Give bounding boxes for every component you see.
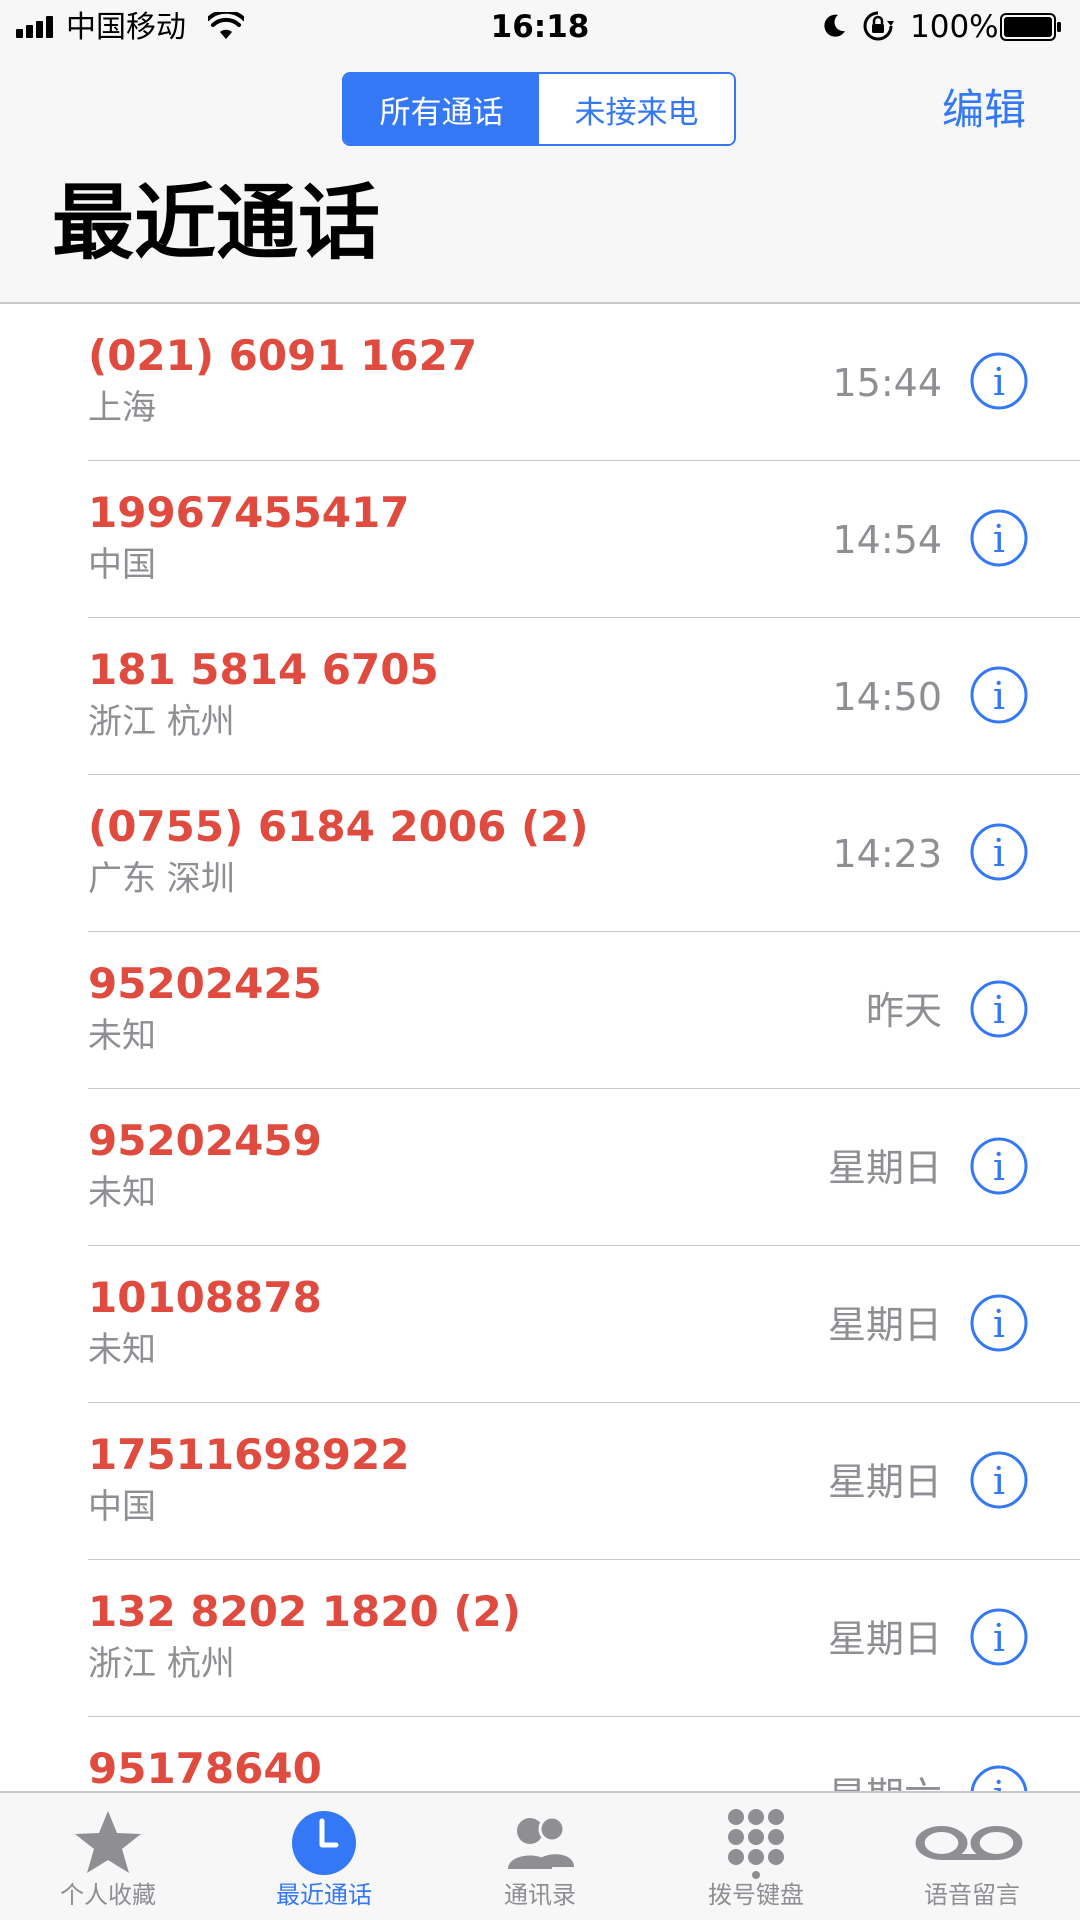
call-location: 上海 xyxy=(88,388,156,428)
call-number: 95178640 xyxy=(88,1744,322,1791)
tab-keypad[interactable]: 拨号键盘 xyxy=(648,1793,864,1920)
call-row[interactable]: 10108878 未知 星期日 i xyxy=(0,1246,1080,1403)
svg-text:i: i xyxy=(993,831,1005,875)
tab-label: 通讯录 xyxy=(504,1881,576,1909)
call-number: (021) 6091 1627 xyxy=(88,331,478,380)
info-icon[interactable]: i xyxy=(970,980,1028,1038)
tab-label: 个人收藏 xyxy=(60,1881,156,1909)
call-row[interactable]: 132 8202 1820 (2) 浙江 杭州 星期日 i xyxy=(0,1560,1080,1717)
call-location: 未知 xyxy=(88,1016,156,1056)
call-row[interactable]: 181 5814 6705 浙江 杭州 14:50 i xyxy=(0,618,1080,775)
tab-voicemail[interactable]: 语音留言 xyxy=(864,1793,1080,1920)
svg-text:i: i xyxy=(993,1616,1005,1660)
svg-text:i: i xyxy=(993,1302,1005,1346)
info-icon[interactable]: i xyxy=(970,1765,1028,1791)
call-number: 132 8202 1820 (2) xyxy=(88,1587,521,1636)
call-filter-segmented-control: 所有通话 未接来电 xyxy=(342,72,736,146)
call-time: 星期日 xyxy=(827,1146,942,1190)
keypad-icon xyxy=(728,1809,784,1879)
tab-recents[interactable]: 最近通话 xyxy=(216,1793,432,1920)
call-location: 中国 xyxy=(88,545,156,585)
call-location: 浙江 杭州 xyxy=(88,702,235,742)
call-location: 中国 xyxy=(88,1487,156,1527)
info-icon[interactable]: i xyxy=(970,1608,1028,1666)
status-bar: 中国移动 16:18 100% xyxy=(0,0,1080,56)
rotation-lock-icon xyxy=(863,11,894,41)
call-location: 未知 xyxy=(88,1173,156,1213)
segment-all-calls[interactable]: 所有通话 xyxy=(344,74,539,144)
call-time: 星期日 xyxy=(827,1303,942,1347)
info-icon[interactable]: i xyxy=(970,1137,1028,1195)
tab-contacts[interactable]: 通讯录 xyxy=(432,1793,648,1920)
tab-label: 拨号键盘 xyxy=(708,1881,804,1909)
info-icon[interactable]: i xyxy=(970,1294,1028,1352)
battery-percentage: 100% xyxy=(910,9,999,45)
svg-text:i: i xyxy=(993,517,1005,561)
svg-text:i: i xyxy=(993,1145,1005,1189)
call-location: 广东 深圳 xyxy=(88,859,235,899)
svg-text:i: i xyxy=(993,674,1005,718)
call-time: 昨天 xyxy=(865,989,942,1033)
segment-missed-calls[interactable]: 未接来电 xyxy=(539,74,734,144)
call-row[interactable]: 17511698922 中国 星期日 i xyxy=(0,1403,1080,1560)
call-location: 浙江 杭州 xyxy=(88,1644,235,1684)
tab-label: 语音留言 xyxy=(924,1881,1020,1909)
call-row[interactable]: 95202459 未知 星期日 i xyxy=(0,1089,1080,1246)
call-time: 星期六 xyxy=(828,1773,942,1791)
clock-icon xyxy=(292,1811,356,1875)
edit-button[interactable]: 编辑 xyxy=(942,84,1026,136)
call-number: 95202459 xyxy=(88,1116,322,1165)
info-icon[interactable]: i xyxy=(970,352,1028,410)
info-icon[interactable]: i xyxy=(970,1451,1028,1509)
info-icon[interactable]: i xyxy=(970,509,1028,567)
tab-bar: 个人收藏 最近通话 通讯录 拨号键盘 语音留言 xyxy=(0,1791,1080,1920)
navigation-header: 所有通话 未接来电 编辑 最近通话 xyxy=(0,56,1080,304)
call-row[interactable]: (021) 6091 1627 上海 15:44 i xyxy=(0,304,1080,461)
call-number: 17511698922 xyxy=(88,1430,410,1479)
call-location: 未知 xyxy=(88,1330,156,1370)
moon-icon xyxy=(824,14,845,37)
call-number: 10108878 xyxy=(88,1273,322,1322)
call-time: 15:44 xyxy=(832,361,942,405)
call-number: (0755) 6184 2006 (2) xyxy=(88,802,589,851)
call-row[interactable]: 19967455417 中国 14:54 i xyxy=(0,461,1080,618)
call-number: 19967455417 xyxy=(88,488,410,537)
call-time: 14:23 xyxy=(832,832,942,876)
call-row[interactable]: 95202425 未知 昨天 i xyxy=(0,932,1080,1089)
tab-label: 最近通话 xyxy=(276,1881,372,1909)
svg-text:i: i xyxy=(993,360,1005,404)
call-row[interactable]: (0755) 6184 2006 (2) 广东 深圳 14:23 i xyxy=(0,775,1080,932)
info-icon[interactable]: i xyxy=(970,666,1028,724)
contacts-icon xyxy=(508,1815,574,1869)
call-row[interactable]: 95178640 星期六 i xyxy=(0,1717,1080,1791)
svg-text:i: i xyxy=(993,1773,1005,1791)
page-title: 最近通话 xyxy=(52,176,381,271)
call-time: 14:50 xyxy=(832,675,942,719)
info-icon[interactable]: i xyxy=(970,823,1028,881)
svg-text:i: i xyxy=(993,1459,1005,1503)
call-number: 95202425 xyxy=(88,959,322,1008)
tab-favorites[interactable]: 个人收藏 xyxy=(0,1793,216,1920)
call-time: 星期日 xyxy=(827,1460,942,1504)
recent-calls-list: (021) 6091 1627 上海 15:44 i 19967455417 中… xyxy=(0,304,1080,1791)
svg-text:i: i xyxy=(993,988,1005,1032)
battery-icon xyxy=(1000,13,1061,41)
call-time: 星期日 xyxy=(827,1617,942,1661)
call-time: 14:54 xyxy=(832,518,942,562)
call-number: 181 5814 6705 xyxy=(88,645,439,694)
star-icon xyxy=(75,1811,141,1873)
voicemail-icon xyxy=(915,1826,1023,1860)
